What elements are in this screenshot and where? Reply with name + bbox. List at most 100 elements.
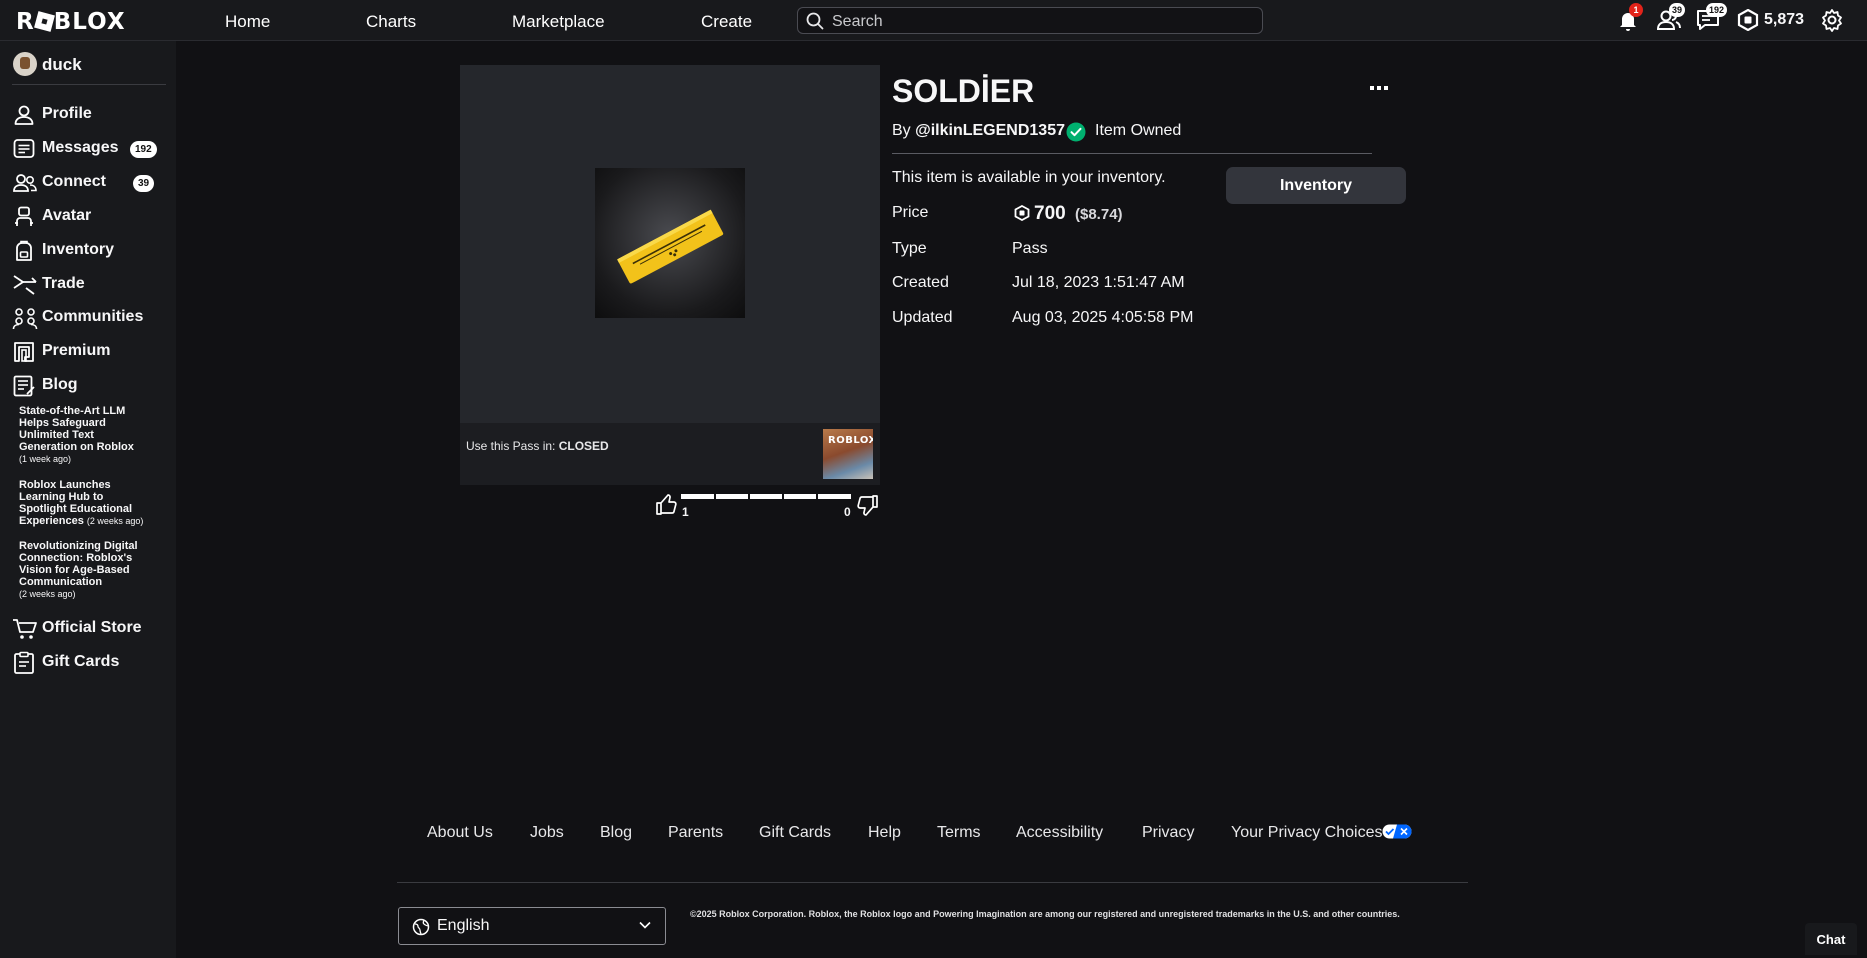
messages-button[interactable]: 192 — [1695, 3, 1728, 37]
settings-button[interactable] — [1820, 8, 1844, 37]
communities-icon — [12, 308, 38, 330]
thumbs-up-icon[interactable] — [655, 493, 679, 517]
sidebar-item-label: Avatar — [42, 207, 92, 224]
pass-ticket-icon — [617, 209, 724, 284]
updated-label: Updated — [892, 309, 953, 326]
nav-home[interactable]: Home — [225, 12, 270, 32]
gift-card-icon — [14, 651, 34, 674]
type-value: Pass — [1012, 240, 1048, 257]
blog-post-title: State-of-the-Art LLM Helps Safeguard Unl… — [19, 405, 134, 453]
top-bar: RBLOX Home Charts Marketplace Create 1 3… — [0, 0, 1867, 41]
by-label: By — [892, 122, 916, 139]
sidebar-item-avatar[interactable]: Avatar — [12, 204, 162, 230]
footer-link-privacy[interactable]: Privacy — [1142, 824, 1194, 842]
sidebar-item-messages[interactable]: Messages 192 — [12, 136, 162, 162]
downvote-count: 0 — [844, 505, 851, 519]
nav-charts[interactable]: Charts — [366, 12, 416, 32]
footer-link-jobs[interactable]: Jobs — [530, 824, 564, 842]
chat-button[interactable]: Chat — [1805, 923, 1857, 955]
price-label: Price — [892, 204, 929, 221]
blog-post-age: (2 weeks ago) — [86, 516, 144, 526]
sidebar-item-trade[interactable]: Trade — [12, 272, 162, 298]
footer-divider — [397, 882, 1468, 883]
roblox-logo[interactable]: R BLOX — [16, 9, 126, 35]
friends-badge: 39 — [1669, 3, 1686, 17]
globe-icon — [412, 918, 430, 936]
notifications-button[interactable]: 1 — [1616, 3, 1643, 37]
privacy-choices-label: Your Privacy Choices — [1231, 824, 1383, 841]
sidebar-item-gift-cards[interactable]: Gift Cards — [12, 650, 162, 676]
footer-link-about-us[interactable]: About Us — [427, 824, 493, 842]
game-thumbnail[interactable]: ROBLOX — [823, 429, 873, 479]
check-circle-icon — [1066, 122, 1086, 142]
footer-link-help[interactable]: Help — [868, 824, 901, 842]
notifications-badge: 1 — [1629, 3, 1643, 17]
use-pass-game-name[interactable]: CLOSED — [559, 439, 609, 453]
sidebar-item-label: Official Store — [42, 619, 142, 636]
vote-percentage-bar — [681, 494, 851, 499]
blog-post-title: Revolutionizing Digital Connection: Robl… — [19, 540, 138, 588]
sidebar-item-blog[interactable]: Blog — [12, 373, 162, 399]
thumbs-down-icon[interactable] — [855, 493, 879, 517]
creator-link[interactable]: @ilkinLEGEND1357 — [915, 122, 1065, 139]
vote-row: 1 0 — [655, 490, 880, 520]
nav-marketplace[interactable]: Marketplace — [512, 12, 605, 32]
price-usd: ($8.74) — [1075, 206, 1123, 223]
footer-link-parents[interactable]: Parents — [668, 824, 723, 842]
connect-count-badge: 39 — [133, 175, 155, 192]
search-icon — [806, 12, 824, 30]
nav-create[interactable]: Create — [701, 12, 752, 32]
item-thumbnail — [595, 168, 745, 318]
footer-link-privacy-choices[interactable]: Your Privacy Choices — [1231, 824, 1412, 842]
footer-link-blog[interactable]: Blog — [600, 824, 632, 842]
sidebar-item-label: Communities — [42, 308, 144, 325]
language-select[interactable]: English — [398, 907, 666, 945]
copyright-text: ©2025 Roblox Corporation. Roblox, the Ro… — [690, 909, 1400, 919]
sidebar-item-label: Trade — [42, 275, 85, 292]
left-sidebar: duck Profile Messages 192 Connect 39 Ava… — [0, 41, 176, 958]
username: duck — [42, 55, 82, 74]
blog-post-link[interactable]: Roblox Launches Learning Hub to Spotligh… — [19, 479, 154, 527]
created-label: Created — [892, 274, 949, 291]
item-title: SOLDİER — [892, 73, 1035, 109]
availability-text: This item is available in your inventory… — [892, 169, 1166, 186]
search-input[interactable] — [830, 10, 1254, 33]
inventory-button[interactable]: Inventory — [1226, 167, 1406, 204]
sidebar-item-label: Profile — [42, 105, 92, 122]
game-thumbnail-text: ROBLOX — [828, 435, 873, 446]
sidebar-item-profile[interactable]: Profile — [12, 102, 162, 128]
footer-link-gift-cards[interactable]: Gift Cards — [759, 824, 831, 842]
friends-button[interactable]: 39 — [1656, 3, 1686, 37]
robux-button[interactable] — [1737, 8, 1759, 36]
blog-post-age: (2 weeks ago) — [19, 589, 76, 599]
use-pass-label: Use this Pass in: — [466, 439, 559, 453]
backpack-icon — [16, 240, 32, 261]
price-robux: 700 — [1034, 203, 1066, 224]
gear-icon — [1822, 9, 1842, 32]
sidebar-item-communities[interactable]: Communities — [12, 305, 162, 331]
chevron-down-icon — [639, 921, 651, 929]
type-label: Type — [892, 240, 927, 257]
sidebar-item-label: Blog — [42, 376, 78, 393]
search-box — [797, 7, 1263, 34]
more-options-icon[interactable] — [1370, 85, 1388, 91]
robux-icon — [1014, 205, 1030, 221]
robux-balance[interactable]: 5,873 — [1764, 11, 1804, 29]
sidebar-item-premium[interactable]: Premium — [12, 339, 162, 365]
message-icon — [13, 139, 35, 158]
footer-link-accessibility[interactable]: Accessibility — [1016, 824, 1103, 842]
item-divider — [892, 153, 1372, 154]
blog-post-link[interactable]: Revolutionizing Digital Connection: Robl… — [19, 540, 154, 600]
sidebar-item-label: Inventory — [42, 241, 115, 258]
premium-icon — [14, 342, 34, 362]
blog-post-link[interactable]: State-of-the-Art LLM Helps Safeguard Unl… — [19, 405, 154, 465]
trade-icon — [13, 275, 37, 295]
sidebar-item-inventory[interactable]: Inventory — [12, 238, 162, 264]
connect-icon — [13, 174, 37, 192]
messages-count-badge: 192 — [130, 141, 157, 158]
sidebar-item-connect[interactable]: Connect 39 — [12, 170, 162, 196]
sidebar-item-official-store[interactable]: Official Store — [12, 616, 162, 642]
sidebar-divider — [12, 84, 166, 85]
footer-link-terms[interactable]: Terms — [937, 824, 981, 842]
sidebar-item-label: Premium — [42, 342, 111, 359]
